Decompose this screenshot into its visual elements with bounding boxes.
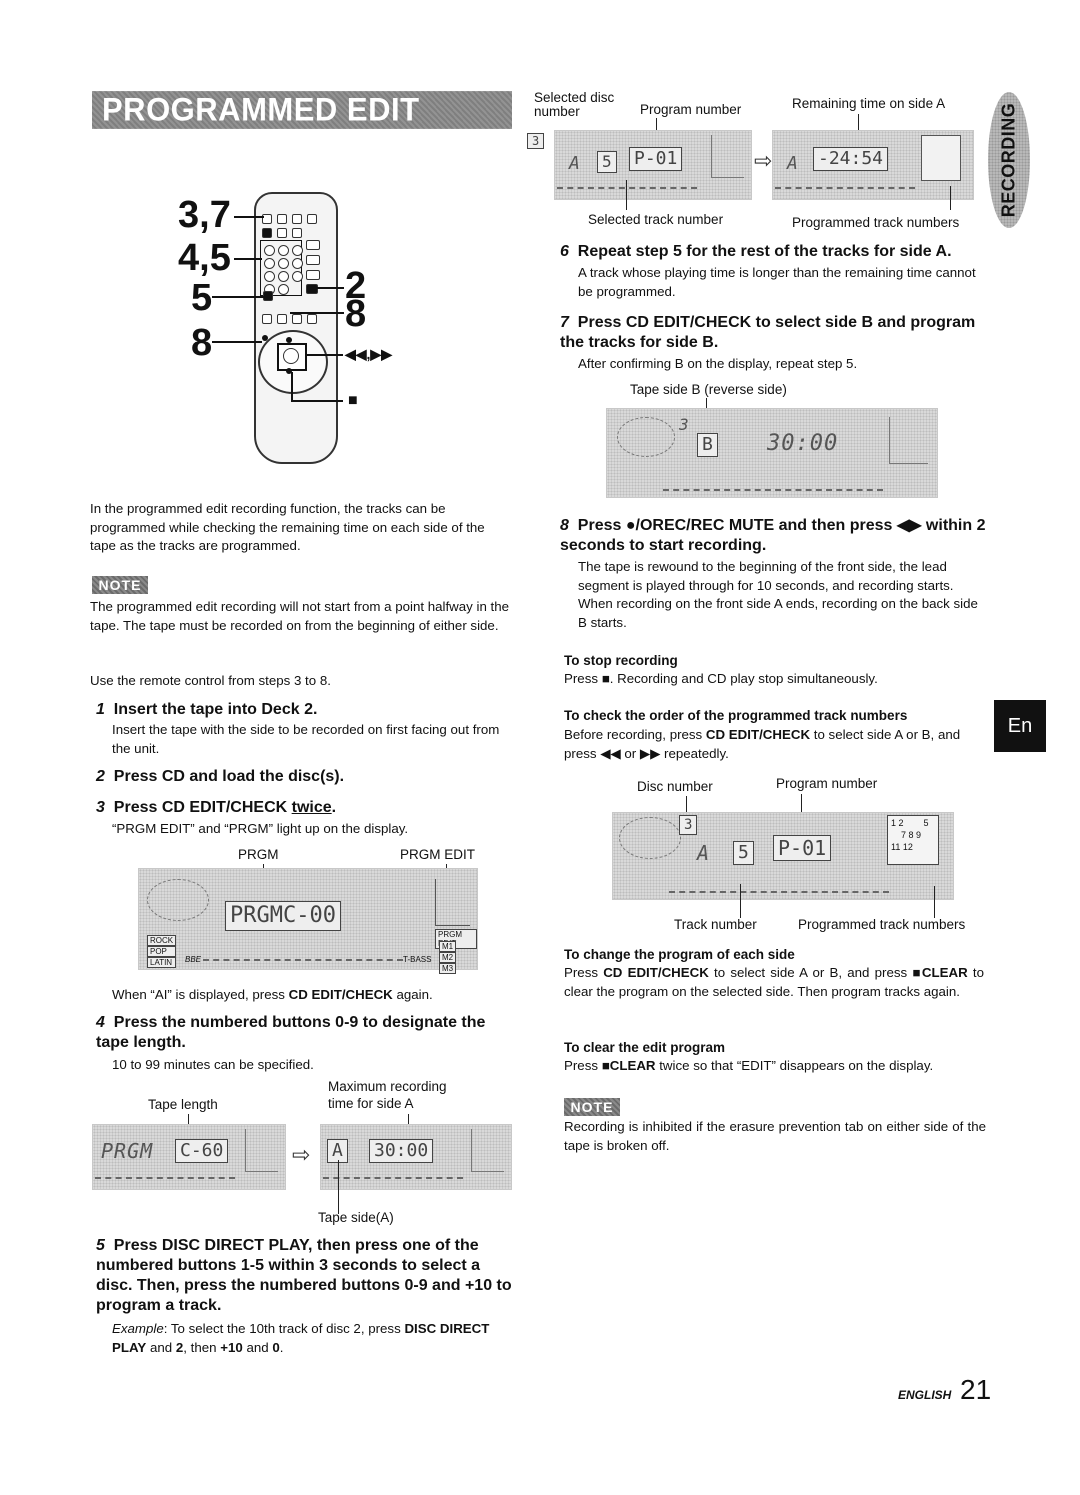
step-1-body: Insert the tape with the side to be reco…	[112, 722, 500, 756]
arrow-right-icon: ⇨	[754, 148, 773, 173]
disc-carousel-icon	[147, 879, 209, 921]
label-programmed-tracks: Programmed track numbers	[792, 215, 960, 230]
label-remaining-time: Remaining time on side A	[792, 96, 946, 111]
language-tab: En	[994, 700, 1046, 752]
step-6-body: A track whose playing time is longer tha…	[578, 265, 976, 299]
page-number: 21	[960, 1374, 992, 1405]
lcd-side-value: A	[787, 153, 799, 174]
step-7-body: After confirming B on the display, repea…	[578, 356, 858, 371]
remote-dpad-center	[283, 348, 299, 364]
callout-8-left: 8	[191, 322, 213, 364]
footer-language: ENGLISH	[898, 1388, 952, 1402]
lcd-side-value: A	[697, 841, 711, 865]
lcd-time-value: 30:00	[767, 431, 839, 456]
lcd-display-check: 3 A 5 P-01 1 2 5 7 8 9 11 12	[612, 812, 954, 900]
lcd-side-value: A	[569, 153, 581, 174]
lcd-display-side-b: 3 B 30:00	[606, 408, 938, 498]
lcd-max-time-value: 30:00	[369, 1139, 434, 1163]
lcd-display-max-time: A 30:00	[320, 1124, 512, 1190]
lcd-text: PRGMC-00	[225, 901, 341, 931]
display-label-prgm: PRGM	[238, 847, 279, 862]
stop-body: Press ■. Recording and CD play stop simu…	[564, 671, 878, 686]
label-max-rec-2: time for side A	[328, 1096, 414, 1111]
label-program-number: Program number	[776, 776, 878, 791]
eq-modes-right: M1 M2 M3	[439, 941, 457, 974]
callout-stop: ■	[348, 392, 358, 409]
callout-5: 5	[191, 277, 213, 319]
step-5-example: Example: To select the 10th track of dis…	[112, 1321, 490, 1355]
page-title: PROGRAMMED EDIT RECORDING	[92, 91, 512, 166]
section-tab-label: RECORDING	[998, 102, 1019, 218]
callout-skip: ◀◀,▶▶	[345, 346, 392, 362]
label-tape-side-b: Tape side B (reverse side)	[630, 382, 787, 397]
arrow-right-icon: ⇨	[292, 1142, 311, 1167]
lcd-prgm-text: PRGM	[101, 1139, 154, 1163]
lcd-program-value: P-01	[629, 147, 683, 171]
label-selected-disc-2: number	[534, 104, 580, 119]
step-8-heading: 8 Press ●/OREC/REC MUTE and then press ◀…	[560, 517, 986, 554]
bbe-label: BBE	[185, 955, 202, 964]
step-1-heading: 1 Insert the tape into Deck 2.	[96, 701, 318, 718]
lcd-display-remaining: A -24:54	[772, 130, 974, 200]
lcd-display-step3: PRGMC-00 ROCKPOPLATIN BBE T-BASS PRGM ED…	[138, 868, 478, 974]
remote-hint: Use the remote control from steps 3 to 8…	[90, 673, 331, 688]
callout-8-right: 8	[345, 293, 367, 335]
step-3-body: “PRGM EDIT” and “PRGM” light up on the d…	[112, 821, 409, 836]
intro-text: In the programmed edit recording functio…	[90, 501, 485, 554]
check-body: Before recording, press CD EDIT/CHECK to…	[564, 727, 961, 761]
lcd-track-value: 5	[733, 841, 754, 865]
clear-body: Press ■CLEAR twice so that “EDIT” disapp…	[564, 1058, 934, 1073]
tbass-label: T-BASS	[403, 955, 432, 964]
label-track-number: Track number	[674, 917, 757, 932]
check-heading: To check the order of the programmed tra…	[564, 708, 908, 723]
label-tape-length: Tape length	[148, 1097, 218, 1112]
lcd-display-program: 3 A 5 P-01	[527, 130, 752, 200]
label-program-number: Program number	[640, 102, 742, 117]
label-programmed-tracks: Programmed track numbers	[798, 917, 966, 932]
note-badge: NOTE	[564, 1098, 620, 1116]
lcd-disc-value: 3	[679, 815, 698, 835]
change-heading: To change the program of each side	[564, 947, 795, 962]
label-tape-side-a: Tape side(A)	[318, 1210, 394, 1225]
step-2-heading: 2 Press CD and load the disc(s).	[96, 768, 345, 785]
step-4-heading: 4 Press the numbered buttons 0-9 to desi…	[96, 1014, 486, 1051]
lcd-disc-value: 3	[527, 133, 545, 149]
callout-4-5: 4,5	[178, 237, 231, 279]
stop-heading: To stop recording	[564, 653, 678, 668]
lcd-tape-length-value: C-60	[175, 1139, 229, 1163]
label-disc-number: Disc number	[637, 779, 713, 794]
step-5-heading: 5 Press DISC DIRECT PLAY, then press one…	[96, 1237, 512, 1314]
callout-3-7: 3,7	[178, 194, 231, 236]
note-badge: NOTE	[92, 576, 148, 594]
lcd-track-value: 5	[597, 151, 617, 173]
step-3-after: When “AI” is displayed, press CD EDIT/CH…	[112, 987, 433, 1002]
note-text: Recording is inhibited if the erasure pr…	[564, 1119, 986, 1153]
lcd-remaining-value: -24:54	[813, 147, 889, 171]
lcd-side-value: B	[697, 433, 718, 457]
intro-note-text: The programmed edit recording will not s…	[90, 599, 510, 633]
display-label-prgm-edit: PRGM EDIT	[400, 847, 476, 862]
step-3-heading: 3 Press CD EDIT/CHECK twice.	[96, 799, 337, 816]
disc-carousel-icon	[619, 817, 681, 859]
lcd-program-value: P-01	[773, 835, 832, 861]
step-6-heading: 6 Repeat step 5 for the rest of the trac…	[560, 243, 952, 260]
label-max-rec-1: Maximum recording	[328, 1079, 447, 1094]
disc-carousel-icon	[617, 417, 675, 457]
change-body: Press CD EDIT/CHECK to select side A or …	[564, 965, 984, 999]
lcd-display-tape-length: PRGM C-60	[92, 1124, 286, 1190]
tape-curves-icon	[435, 879, 470, 926]
step-7-heading: 7 Press CD EDIT/CHECK to select side B a…	[560, 314, 976, 351]
clear-heading: To clear the edit program	[564, 1040, 726, 1055]
eq-presets-left: ROCK POP LATIN	[147, 935, 177, 968]
lcd-disc-value: 3	[679, 415, 690, 434]
step-8-body: The tape is rewound to the beginning of …	[578, 559, 978, 630]
programmed-tracks-grid: 1 2 5 7 8 9 11 12	[887, 815, 939, 865]
label-selected-track: Selected track number	[588, 212, 724, 227]
step-4-body: 10 to 99 minutes can be specified.	[112, 1057, 314, 1072]
